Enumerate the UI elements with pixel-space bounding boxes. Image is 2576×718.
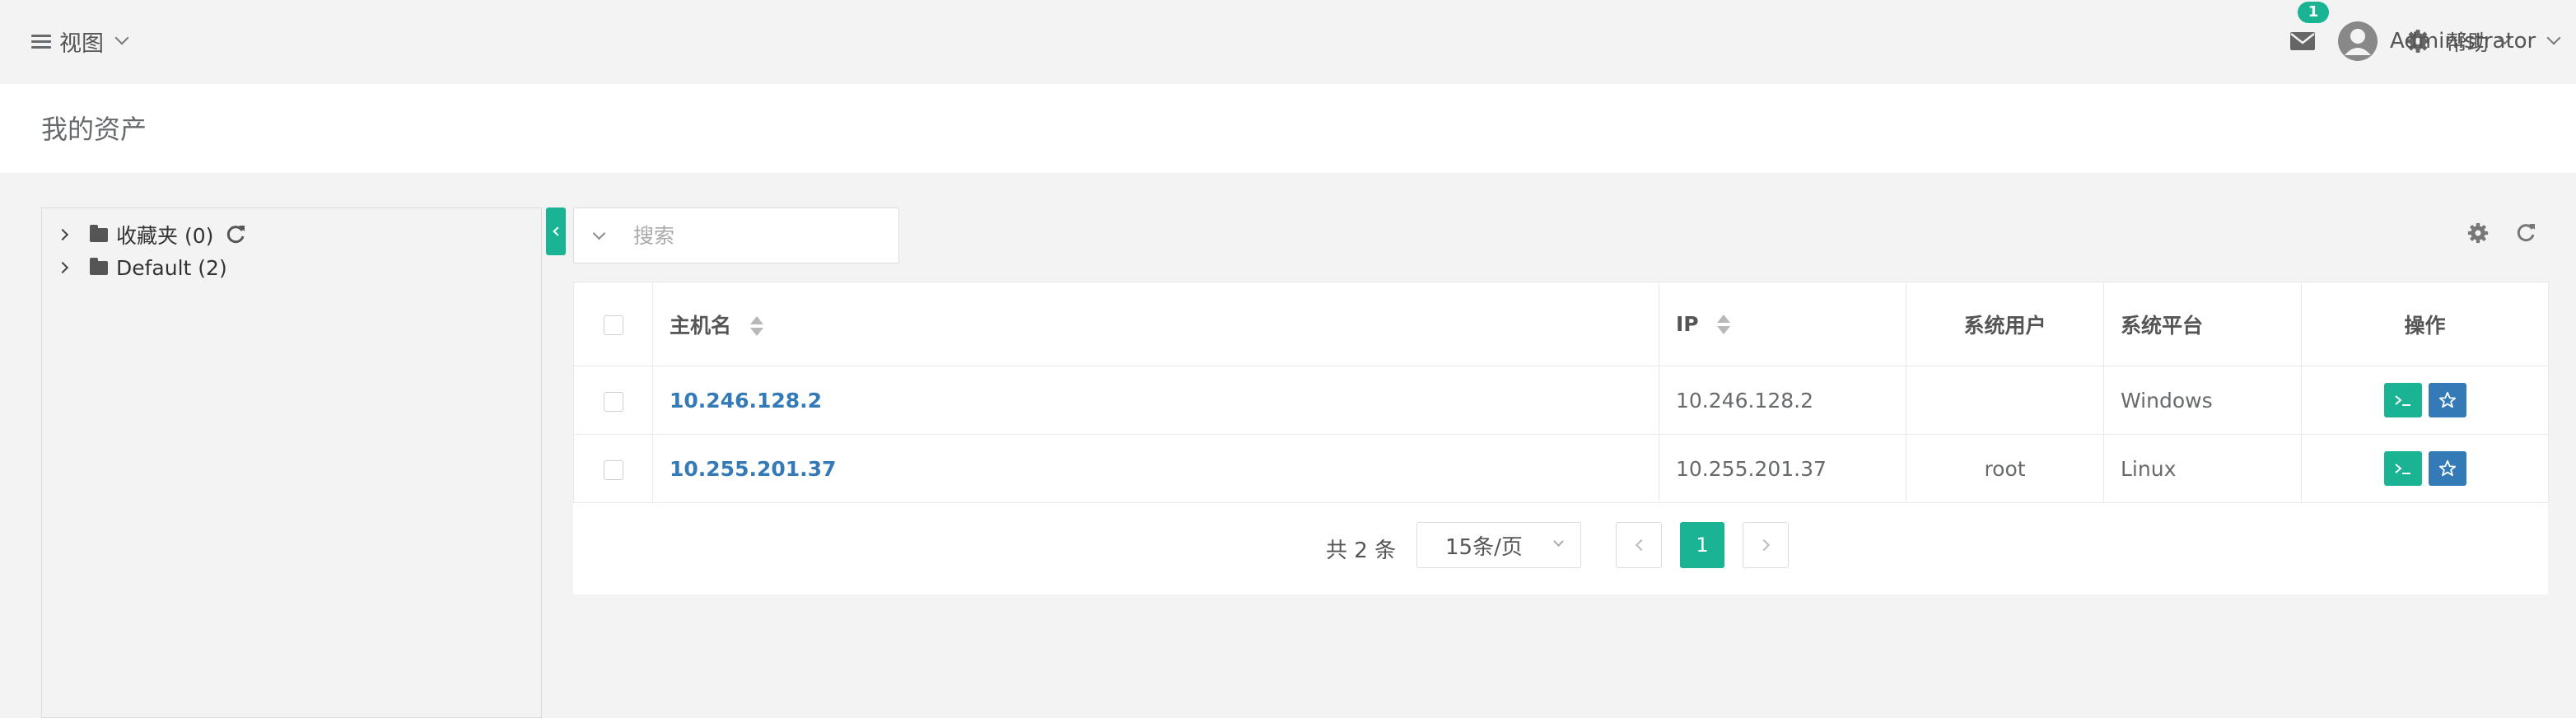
actions-cell [2301, 434, 2549, 503]
sort-icon[interactable] [749, 315, 763, 338]
hamburger-icon [31, 33, 53, 49]
ip-cell: 10.246.128.2 [1659, 366, 1906, 435]
platform-cell: Windows [2103, 366, 2302, 435]
chevron-left-icon [1635, 538, 1647, 552]
avatar [2338, 21, 2378, 61]
row-checkbox[interactable] [603, 459, 623, 480]
chevron-down-icon [2546, 30, 2561, 45]
star-icon [2438, 459, 2456, 477]
top-navbar: 视图 1 帮助 Administrator [0, 0, 2576, 82]
terminal-prompt-icon [2394, 464, 2410, 474]
folder-icon [90, 224, 108, 242]
chevron-down-icon [592, 226, 605, 240]
star-icon [2438, 391, 2456, 408]
search-box [573, 207, 899, 263]
gear-icon [2467, 222, 2489, 244]
chevron-left-icon [553, 226, 562, 236]
mail-unread-badge: 1 [2298, 2, 2329, 23]
page-size-value: 15条/页 [1445, 534, 1523, 560]
column-header-label: IP [1676, 312, 1699, 336]
table-settings-button[interactable] [2466, 221, 2490, 245]
tree-node-label: 收藏夹 (0) [116, 224, 214, 248]
table-row: 10.246.128.2 10.246.128.2 Windows [573, 366, 2549, 435]
system-user-cell [1906, 366, 2104, 435]
hostname-link[interactable]: 10.255.201.37 [670, 457, 836, 481]
pagination: 共 2 条 15条/页 1 [573, 522, 2548, 571]
search-filter-dropdown[interactable] [574, 208, 623, 263]
refresh-icon [227, 226, 245, 244]
hostname-link[interactable]: 10.246.128.2 [670, 389, 822, 413]
actions-cell [2301, 366, 2549, 435]
connect-terminal-button[interactable] [2383, 451, 2422, 486]
system-user-cell: root [1906, 434, 2104, 503]
column-header-platform: 系统平台 [2103, 282, 2302, 366]
envelope-icon [2290, 32, 2315, 50]
column-header-hostname[interactable]: 主机名 [652, 282, 1659, 366]
page-heading: 我的资产 [0, 84, 2576, 173]
platform-cell: Linux [2103, 434, 2302, 503]
page-size-select[interactable]: 15条/页 [1416, 522, 1581, 568]
refresh-favorites-button[interactable] [225, 224, 246, 245]
search-input[interactable] [633, 211, 898, 260]
page-title: 我的资产 [41, 114, 147, 145]
chevron-right-icon[interactable] [56, 261, 69, 274]
mail-button[interactable] [2286, 25, 2319, 58]
refresh-icon [2517, 224, 2535, 242]
view-menu-button[interactable]: 视图 [31, 25, 129, 58]
table-header-row: 主机名 IP 系统用户 系统平台 操作 [573, 282, 2549, 366]
tree-node-favorites[interactable]: 收藏夹 (0) [55, 220, 246, 249]
table-refresh-button[interactable] [2513, 221, 2538, 245]
asset-table-container: 主机名 IP 系统用户 系统平台 操作 10.246.128.2 10.246.… [573, 282, 2549, 594]
column-header-label: 主机名 [670, 313, 732, 338]
tree-node-default[interactable]: Default (2) [55, 253, 227, 282]
row-select-cell [573, 434, 653, 503]
hostname-cell: 10.246.128.2 [652, 366, 1659, 435]
prev-page-button[interactable] [1616, 522, 1662, 568]
page-button-current[interactable]: 1 [1680, 522, 1724, 568]
column-header-actions: 操作 [2301, 282, 2549, 366]
connect-terminal-button[interactable] [2383, 383, 2422, 417]
table-row: 10.255.201.37 10.255.201.37 root Linux [573, 434, 2549, 503]
collapse-tree-button[interactable] [546, 207, 566, 255]
select-all-cell [573, 282, 653, 366]
row-select-cell [573, 366, 653, 435]
user-menu-button[interactable]: Administrator [2337, 20, 2561, 63]
chevron-right-icon [1757, 538, 1770, 552]
chevron-down-icon [1553, 536, 1564, 547]
folder-icon [90, 257, 108, 275]
favorite-button[interactable] [2428, 383, 2466, 417]
row-checkbox[interactable] [603, 391, 623, 412]
asset-tree-panel: 收藏夹 (0) Default (2) [41, 207, 542, 718]
user-name: Administrator [2390, 29, 2536, 54]
sort-icon[interactable] [1717, 315, 1731, 336]
asset-table: 主机名 IP 系统用户 系统平台 操作 10.246.128.2 10.246.… [573, 282, 2549, 503]
tree-node-label: Default (2) [116, 255, 227, 280]
chevron-down-icon [114, 30, 129, 45]
favorite-button[interactable] [2428, 451, 2466, 486]
select-all-checkbox[interactable] [603, 315, 623, 335]
chevron-right-icon[interactable] [56, 228, 69, 241]
next-page-button[interactable] [1743, 522, 1789, 568]
ip-cell: 10.255.201.37 [1659, 434, 1906, 503]
hostname-cell: 10.255.201.37 [652, 434, 1659, 503]
view-menu-label: 视图 [59, 30, 104, 57]
column-header-system-user: 系统用户 [1906, 282, 2104, 366]
column-header-ip[interactable]: IP [1659, 282, 1906, 366]
pagination-total: 共 2 条 [1326, 538, 1397, 563]
terminal-prompt-icon [2394, 395, 2410, 406]
